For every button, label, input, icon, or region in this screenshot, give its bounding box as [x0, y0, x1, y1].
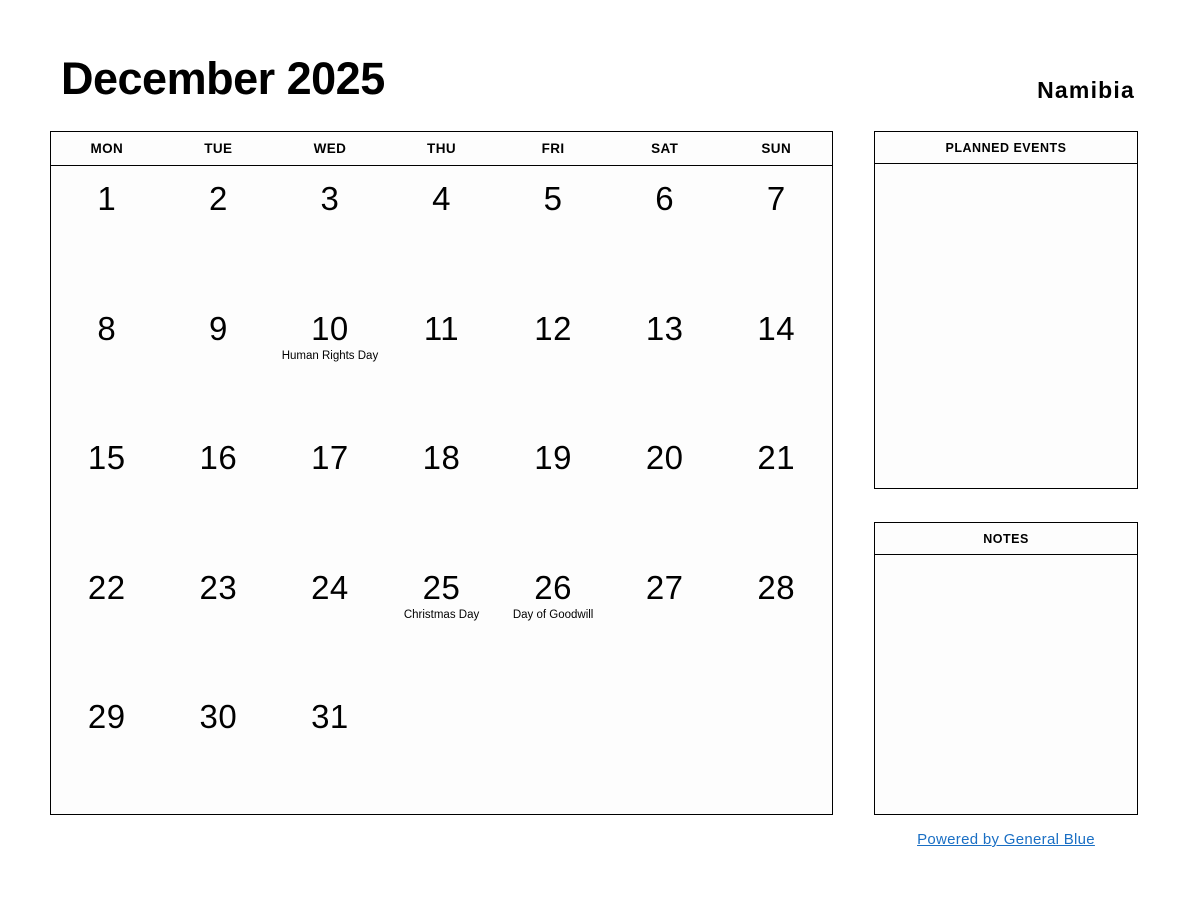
weekday-header-sat: SAT — [651, 141, 679, 156]
day-number: 19 — [534, 439, 572, 477]
day-cell-6[interactable]: 6 — [609, 166, 721, 296]
day-number: 24 — [311, 568, 349, 606]
day-cell-29[interactable]: 29 — [51, 684, 163, 814]
weekday-header-wed: WED — [313, 141, 347, 156]
day-cell-empty — [720, 684, 832, 814]
weekday-header-tue: TUE — [204, 141, 233, 156]
day-cell-2[interactable]: 2 — [163, 166, 275, 296]
day-number: 8 — [97, 309, 117, 347]
day-cell-10[interactable]: 10 Human Rights Day — [274, 296, 386, 426]
page-title: December 2025 — [61, 53, 385, 104]
day-number: 3 — [320, 180, 340, 217]
day-number: 1 — [97, 180, 117, 217]
day-cell-18[interactable]: 18 — [386, 425, 498, 555]
day-cell-16[interactable]: 16 — [163, 425, 275, 555]
day-cell-empty — [497, 684, 609, 814]
day-cell-15[interactable]: 15 — [51, 425, 163, 555]
week-row: 15 16 17 18 19 20 21 — [51, 425, 832, 555]
day-cell-20[interactable]: 20 — [609, 425, 721, 555]
event-label: Human Rights Day — [281, 349, 379, 362]
day-cell-24[interactable]: 24 — [274, 555, 386, 685]
day-number: 31 — [311, 698, 349, 736]
weekday-header-mon: MON — [90, 141, 124, 156]
event-label: Christmas Day — [403, 608, 480, 621]
weekday-header-thu: THU — [427, 141, 456, 156]
day-number: 22 — [87, 568, 126, 606]
day-number: 12 — [534, 309, 572, 347]
planned-events-body[interactable] — [875, 164, 1137, 488]
day-number: 14 — [757, 309, 796, 347]
day-cell-28[interactable]: 28 — [720, 555, 832, 685]
day-number: 25 — [422, 568, 461, 606]
day-cell-4[interactable]: 4 — [386, 166, 498, 296]
day-cell-30[interactable]: 30 — [163, 684, 275, 814]
day-number: 26 — [534, 568, 572, 606]
day-number: 27 — [645, 568, 684, 606]
day-number: 17 — [311, 439, 349, 477]
calendar-weeks: 1 2 3 4 5 6 7 8 9 10 Human Rights Day 11 12 13 14 15 16 1… — [51, 166, 832, 814]
notes-title: NOTES — [875, 523, 1137, 555]
day-cell-3[interactable]: 3 — [274, 166, 386, 296]
powered-by-link[interactable]: Powered by General Blue — [874, 831, 1138, 848]
day-cell-27[interactable]: 27 — [609, 555, 721, 685]
day-cell-8[interactable]: 8 — [51, 296, 163, 426]
week-row: 8 9 10 Human Rights Day 11 12 13 14 — [51, 296, 832, 426]
week-row: 22 23 24 25 Christmas Day 26 Day of Goodwill 27… — [51, 555, 832, 685]
weekday-header-fri: FRI — [541, 141, 565, 156]
day-cell-17[interactable]: 17 — [274, 425, 386, 555]
day-number: 11 — [423, 309, 460, 347]
day-number: 23 — [199, 568, 238, 606]
day-events: Human Rights Day — [274, 349, 386, 363]
day-cell-25[interactable]: 25 Christmas Day — [386, 555, 498, 685]
day-number: 21 — [757, 439, 796, 477]
day-number: 20 — [645, 439, 684, 477]
day-cell-7[interactable]: 7 — [720, 166, 832, 296]
country-label: Namibia — [1037, 77, 1135, 103]
day-number: 5 — [543, 180, 563, 217]
day-cell-5[interactable]: 5 — [497, 166, 609, 296]
day-cell-21[interactable]: 21 — [720, 425, 832, 555]
weekday-header-sun: SUN — [761, 141, 792, 156]
day-cell-31[interactable]: 31 — [274, 684, 386, 814]
day-number: 2 — [208, 180, 228, 217]
day-events: Christmas Day — [386, 608, 498, 622]
day-cell-14[interactable]: 14 — [720, 296, 832, 426]
week-row: 29 30 31 — [51, 684, 832, 814]
week-row: 1 2 3 4 5 6 7 — [51, 166, 832, 296]
day-number: 13 — [645, 309, 684, 347]
day-cell-12[interactable]: 12 — [497, 296, 609, 426]
planned-events-panel: PLANNED EVENTS — [874, 131, 1138, 489]
day-cell-13[interactable]: 13 — [609, 296, 721, 426]
day-cell-1[interactable]: 1 — [51, 166, 163, 296]
day-number: 9 — [208, 309, 228, 347]
day-number: 29 — [87, 698, 126, 736]
event-label: Day of Goodwill — [512, 608, 594, 621]
weekday-header-row: MON TUE WED THU FRI SAT SUN — [51, 132, 832, 166]
day-cell-23[interactable]: 23 — [163, 555, 275, 685]
day-cell-empty — [609, 684, 721, 814]
day-cell-19[interactable]: 19 — [497, 425, 609, 555]
day-cell-26[interactable]: 26 Day of Goodwill — [497, 555, 609, 685]
day-number: 6 — [655, 180, 675, 217]
day-number: 15 — [87, 439, 126, 477]
day-number: 10 — [311, 309, 349, 347]
planned-events-title: PLANNED EVENTS — [875, 132, 1137, 164]
day-cell-22[interactable]: 22 — [51, 555, 163, 685]
day-number: 16 — [199, 439, 238, 477]
day-number: 4 — [432, 180, 451, 217]
day-number: 28 — [757, 568, 796, 606]
day-cell-empty — [386, 684, 498, 814]
notes-panel: NOTES — [874, 522, 1138, 815]
day-number: 7 — [766, 180, 786, 217]
calendar-grid: MON TUE WED THU FRI SAT SUN 1 2 3 4 5 6 7 8 9 10 Human R… — [50, 131, 833, 815]
day-events: Day of Goodwill — [497, 608, 609, 622]
day-cell-9[interactable]: 9 — [163, 296, 275, 426]
day-number: 18 — [422, 439, 461, 477]
day-cell-11[interactable]: 11 — [386, 296, 498, 426]
notes-body[interactable] — [875, 555, 1137, 814]
day-number: 30 — [199, 698, 238, 736]
